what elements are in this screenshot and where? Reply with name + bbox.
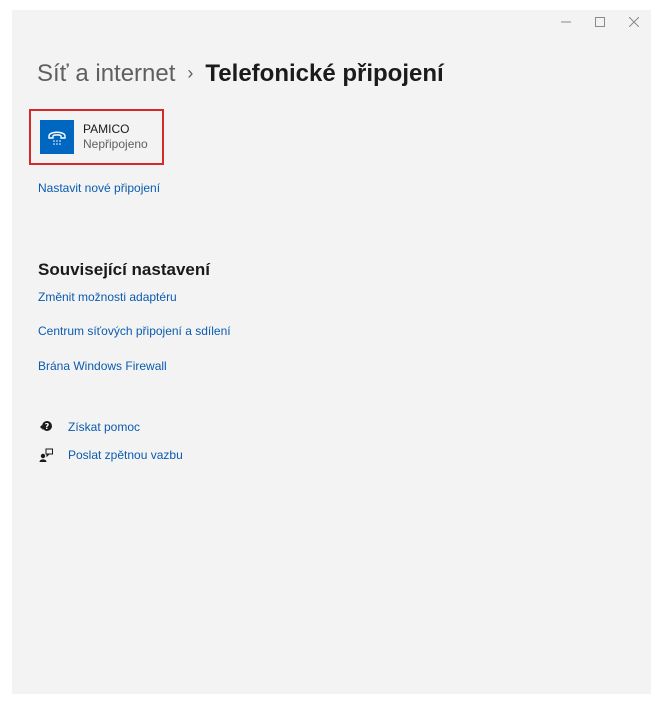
breadcrumb-separator: › bbox=[187, 63, 194, 83]
minimize-icon bbox=[561, 21, 571, 23]
related-settings-heading: Související nastavení bbox=[38, 260, 210, 279]
close-button[interactable] bbox=[617, 10, 651, 34]
get-help-label: Získat pomoc bbox=[68, 420, 141, 434]
get-help-link[interactable]: ? Získat pomoc bbox=[38, 419, 140, 435]
windows-firewall-link[interactable]: Brána Windows Firewall bbox=[38, 359, 167, 373]
close-icon bbox=[629, 17, 639, 27]
connection-status: Nepřipojeno bbox=[83, 137, 148, 151]
breadcrumb-parent-link[interactable]: Síť a internet bbox=[37, 60, 175, 88]
change-adapter-options-link[interactable]: Změnit možnosti adaptéru bbox=[38, 290, 177, 304]
minimize-button[interactable] bbox=[549, 10, 583, 34]
dialup-phone-icon bbox=[40, 120, 74, 154]
title-bar bbox=[549, 10, 651, 34]
breadcrumb: Síť a internet › Telefonické připojení bbox=[37, 60, 444, 88]
send-feedback-label: Poslat zpětnou vazbu bbox=[68, 448, 183, 462]
network-sharing-center-link[interactable]: Centrum síťových připojení a sdílení bbox=[38, 324, 231, 338]
maximize-button[interactable] bbox=[583, 10, 617, 34]
connection-name: PAMICO bbox=[83, 122, 130, 136]
svg-text:?: ? bbox=[45, 422, 50, 431]
send-feedback-link[interactable]: Poslat zpětnou vazbu bbox=[38, 447, 183, 463]
feedback-icon bbox=[38, 447, 54, 463]
help-icon: ? bbox=[38, 419, 54, 435]
page-title: Telefonické připojení bbox=[205, 60, 444, 87]
setup-new-connection-link[interactable]: Nastavit nové připojení bbox=[38, 181, 160, 195]
maximize-icon bbox=[595, 17, 605, 27]
connection-item-pamico[interactable]: PAMICO Nepřipojeno bbox=[29, 109, 164, 165]
settings-window: Síť a internet › Telefonické připojení P… bbox=[12, 10, 651, 694]
